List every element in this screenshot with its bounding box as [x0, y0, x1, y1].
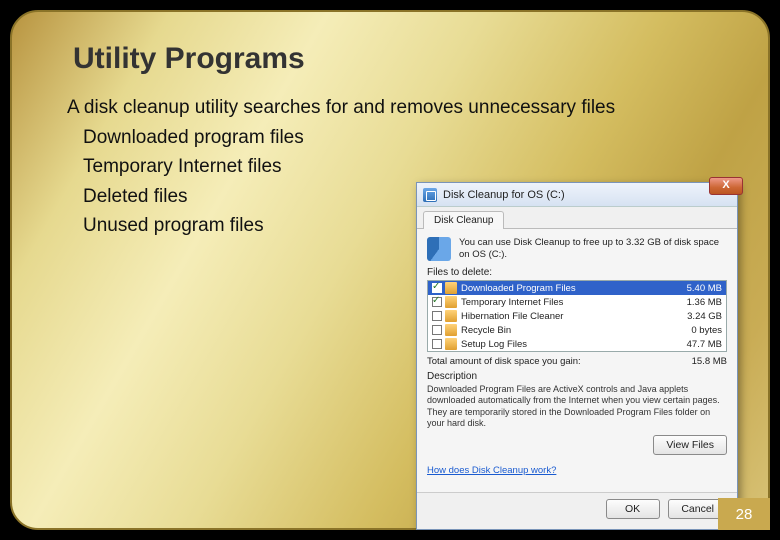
file-name: Recycle Bin [461, 325, 672, 336]
file-type-icon [445, 310, 457, 322]
files-listbox[interactable]: Downloaded Program Files 5.40 MB Tempora… [427, 280, 727, 352]
dialog-title: Disk Cleanup for OS (C:) [443, 189, 565, 201]
checkbox[interactable] [432, 339, 442, 349]
dialog-titlebar[interactable]: Disk Cleanup for OS (C:) X [417, 183, 737, 207]
disk-cleanup-dialog: Disk Cleanup for OS (C:) X Disk Cleanup … [416, 182, 738, 530]
list-item[interactable]: Hibernation File Cleaner 3.24 GB [428, 309, 726, 323]
list-item[interactable]: Setup Log Files 47.7 MB [428, 337, 726, 351]
list-item[interactable]: Temporary Internet Files 1.36 MB [428, 295, 726, 309]
checkbox[interactable] [432, 283, 442, 293]
drive-pie-icon [427, 237, 451, 261]
checkbox[interactable] [432, 311, 442, 321]
ok-button[interactable]: OK [606, 499, 660, 519]
file-type-icon [445, 282, 457, 294]
file-type-icon [445, 338, 457, 350]
info-row: You can use Disk Cleanup to free up to 3… [427, 237, 727, 261]
total-value: 15.8 MB [692, 356, 727, 367]
slide-frame: Utility Programs A disk cleanup utility… [10, 10, 770, 530]
view-files-button[interactable]: View Files [653, 435, 727, 455]
tab-disk-cleanup[interactable]: Disk Cleanup [423, 211, 504, 229]
file-size: 0 bytes [672, 325, 722, 336]
file-name: Temporary Internet Files [461, 297, 672, 308]
slide-title: Utility Programs [73, 42, 738, 76]
bullet-main: A disk cleanup utility searches for and… [67, 94, 738, 122]
dialog-footer: OK Cancel [417, 492, 737, 529]
checkbox[interactable] [432, 297, 442, 307]
bullet-item: Temporary Internet files [67, 153, 738, 181]
file-type-icon [445, 296, 457, 308]
close-button[interactable]: X [709, 177, 743, 195]
file-size: 3.24 GB [672, 311, 722, 322]
file-name: Downloaded Program Files [461, 283, 672, 294]
file-size: 5.40 MB [672, 283, 722, 294]
file-name: Setup Log Files [461, 339, 672, 350]
page-number: 28 [718, 498, 770, 530]
checkbox[interactable] [432, 325, 442, 335]
list-item[interactable]: Downloaded Program Files 5.40 MB [428, 281, 726, 295]
file-type-icon [445, 324, 457, 336]
info-text: You can use Disk Cleanup to free up to 3… [459, 237, 727, 261]
description-title: Description [427, 371, 727, 382]
dialog-body: You can use Disk Cleanup to free up to 3… [417, 228, 737, 492]
total-label: Total amount of disk space you gain: [427, 356, 581, 367]
list-item[interactable]: Recycle Bin 0 bytes [428, 323, 726, 337]
help-link[interactable]: How does Disk Cleanup work? [427, 465, 556, 476]
files-to-delete-label: Files to delete: [427, 267, 727, 278]
file-size: 47.7 MB [672, 339, 722, 350]
total-row: Total amount of disk space you gain: 15.… [427, 356, 727, 367]
description-text: Downloaded Program Files are ActiveX con… [427, 384, 727, 429]
file-name: Hibernation File Cleaner [461, 311, 672, 322]
file-size: 1.36 MB [672, 297, 722, 308]
bullet-item: Downloaded program files [67, 124, 738, 152]
disk-cleanup-icon [423, 188, 437, 202]
